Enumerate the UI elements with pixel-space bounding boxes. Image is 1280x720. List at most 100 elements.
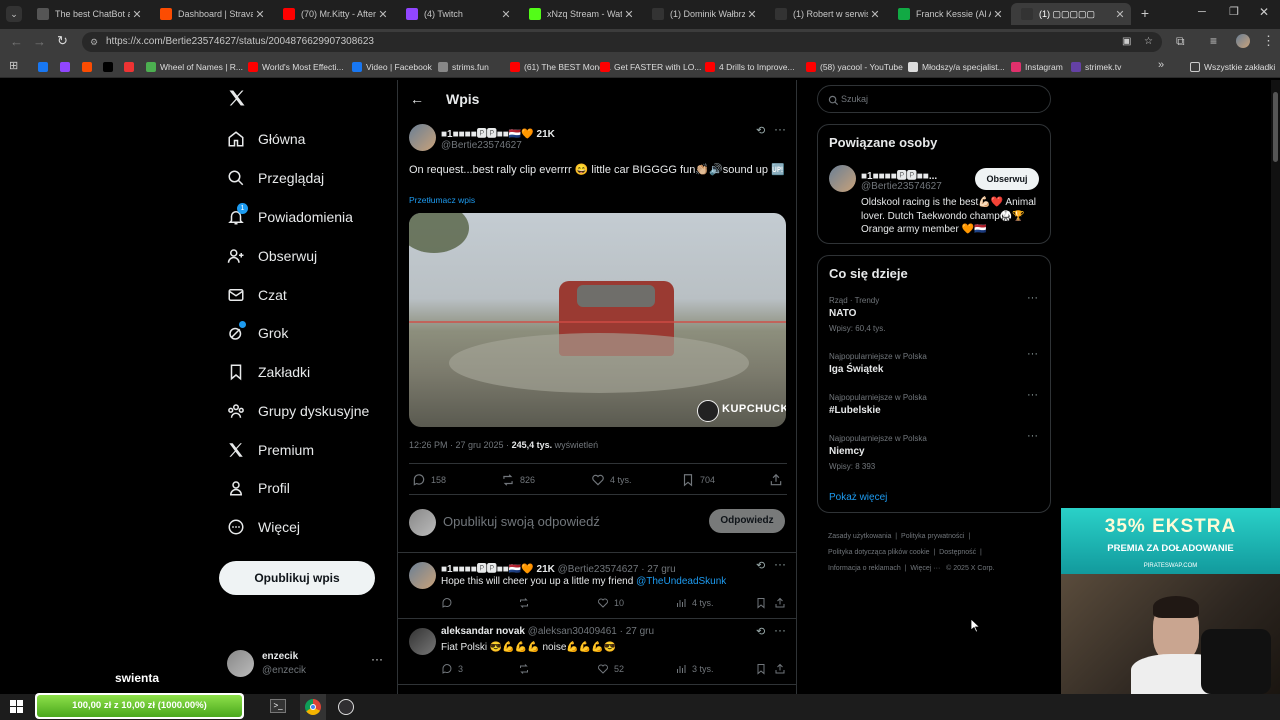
reply-more-icon[interactable]: ···: [774, 557, 786, 571]
windows-start-icon[interactable]: [10, 700, 23, 718]
reply-more-icon[interactable]: ···: [774, 623, 786, 637]
share-action[interactable]: [774, 597, 791, 609]
views-action[interactable]: 4 tys.: [675, 597, 714, 609]
nav-home[interactable]: Główna: [226, 126, 305, 152]
bookmark-item[interactable]: [124, 59, 138, 74]
share-action[interactable]: [774, 663, 791, 675]
back-arrow-icon[interactable]: ←: [410, 91, 424, 107]
trend-more-icon[interactable]: ···: [1027, 430, 1038, 442]
browser-tab[interactable]: The best ChatBot and✕: [27, 3, 148, 25]
bookmark-item[interactable]: Wheel of Names | R...: [146, 59, 243, 74]
footer-accessibility[interactable]: Dostępność: [939, 549, 976, 556]
nav-premium[interactable]: Premium: [226, 437, 314, 463]
nav-profile[interactable]: Profil: [226, 475, 290, 501]
post-button[interactable]: Opublikuj wpis: [219, 561, 375, 595]
trend-more-icon[interactable]: ···: [1027, 389, 1038, 401]
related-name[interactable]: ■1■■■■🅿🅿■■...: [861, 167, 937, 182]
reply-mention[interactable]: @TheUndeadSkunk: [636, 576, 726, 587]
obs-app-icon[interactable]: [338, 699, 354, 715]
tab-close-icon[interactable]: ✕: [130, 8, 144, 21]
bookmark-item[interactable]: strims.fun: [438, 59, 489, 74]
profile-avatar[interactable]: [1236, 34, 1250, 48]
views-action[interactable]: 3 tys.: [675, 663, 714, 675]
reply-meta[interactable]: @Bertie23574627 · 27 gru: [558, 564, 676, 575]
back-button[interactable]: ←: [10, 34, 23, 49]
related-handle[interactable]: @Bertie23574627: [861, 181, 942, 192]
bookmark-item[interactable]: Get FASTER with LO...: [600, 59, 701, 74]
nav-grok[interactable]: Grok: [226, 320, 288, 346]
tab-search-button[interactable]: ⌄: [6, 6, 22, 22]
post-author-handle[interactable]: @Bertie23574627: [441, 140, 522, 151]
bookmark-item[interactable]: Młodszy/a specjalist...: [908, 59, 1005, 74]
bookmark-item[interactable]: [38, 59, 52, 74]
post-author-name[interactable]: ■1■■■■🅿🅿■■🇳🇱🧡 21K: [441, 125, 555, 140]
tab-close-icon[interactable]: ✕: [868, 8, 882, 21]
nav-bookmarks[interactable]: Zakładki: [226, 359, 310, 385]
reply-meta[interactable]: @aleksan30409461 · 27 gru: [528, 626, 654, 637]
browser-tab[interactable]: Dashboard | Strava ✕: [150, 3, 271, 25]
repost-action[interactable]: [518, 597, 535, 609]
nav-explore[interactable]: Przeglądaj: [226, 165, 324, 191]
tab-close-icon[interactable]: ✕: [745, 8, 759, 21]
footer-more[interactable]: Więcej ···: [910, 565, 940, 572]
close-window-button[interactable]: ✕: [1259, 5, 1269, 19]
nav-follow[interactable]: Obserwuj: [226, 243, 317, 269]
bookmark-item[interactable]: Instagram: [1011, 59, 1063, 74]
show-more-link[interactable]: Pokaż więcej: [829, 492, 887, 503]
forward-button[interactable]: →: [33, 34, 46, 49]
nav-chat[interactable]: Czat: [226, 282, 287, 308]
save-action[interactable]: [755, 663, 772, 675]
tab-close-icon[interactable]: ✕: [253, 8, 267, 21]
tab-close-icon[interactable]: ✕: [622, 8, 636, 21]
nav-groups[interactable]: Grupy dyskusyjne: [226, 398, 369, 424]
bookmarks-overflow-icon[interactable]: »: [1158, 59, 1164, 71]
save-action[interactable]: [755, 597, 772, 609]
site-info-icon[interactable]: ⚙: [90, 32, 98, 52]
bookmark-item[interactable]: World's Most Effecti...: [248, 59, 344, 74]
browser-tab[interactable]: (1) Dominik Wałbrzy ✕: [642, 3, 763, 25]
maximize-button[interactable]: ❐: [1229, 5, 1239, 18]
bookmark-item[interactable]: (61) The BEST Mone...: [510, 59, 611, 74]
chrome-app-icon[interactable]: [300, 694, 326, 720]
grok-post-icon[interactable]: ⟲: [756, 559, 765, 572]
bookmark-item[interactable]: [60, 59, 74, 74]
minimize-button[interactable]: ─: [1198, 6, 1206, 18]
reply-button[interactable]: Odpowiedz: [709, 509, 785, 533]
tab-close-icon[interactable]: ✕: [991, 8, 1005, 21]
trend-more-icon[interactable]: ···: [1027, 292, 1038, 304]
like-action[interactable]: 4 tys.: [591, 473, 632, 487]
browser-tab[interactable]: (1) Robert w serwisie✕: [765, 3, 886, 25]
browser-tab[interactable]: Franck Kessie (Al Ahl✕: [888, 3, 1009, 25]
menu-icon[interactable]: ⋮: [1262, 33, 1275, 49]
follow-button[interactable]: Obserwuj: [975, 168, 1039, 190]
like-action[interactable]: 10: [597, 597, 624, 609]
all-bookmarks[interactable]: Wszystkie zakładki: [1190, 59, 1275, 74]
reload-button[interactable]: ↻: [57, 33, 68, 49]
like-action[interactable]: 52: [597, 663, 624, 675]
related-avatar[interactable]: [829, 165, 856, 192]
footer-ads[interactable]: Informacja o reklamach: [828, 565, 901, 572]
reply-action[interactable]: 3: [441, 663, 463, 675]
scrollbar-thumb[interactable]: [1273, 92, 1278, 162]
nav-notifications[interactable]: 1 Powiadomienia: [226, 203, 353, 230]
bookmark-star-icon[interactable]: ☆: [1144, 32, 1153, 52]
save-action[interactable]: 704: [681, 473, 715, 487]
tab-close-icon[interactable]: ✕: [1113, 8, 1127, 21]
post-video[interactable]: KUPCHUCK: [409, 213, 786, 427]
reply-author-name[interactable]: aleksandar novak: [441, 626, 525, 637]
extensions-icon[interactable]: ⧉: [1176, 34, 1185, 49]
post-more-icon[interactable]: ···: [774, 122, 786, 136]
reply-action[interactable]: [441, 597, 458, 609]
post-author-avatar[interactable]: [409, 124, 436, 151]
terminal-app-icon[interactable]: >_: [270, 699, 286, 713]
tab-close-icon[interactable]: ✕: [499, 8, 513, 21]
search-box[interactable]: Szukaj: [817, 85, 1051, 113]
reply-action[interactable]: 158: [412, 473, 446, 487]
x-logo-icon[interactable]: [227, 88, 249, 110]
share-action[interactable]: [769, 473, 788, 487]
account-switcher[interactable]: enzecik @enzecik ···: [227, 648, 387, 680]
grok-post-icon[interactable]: ⟲: [756, 625, 765, 638]
footer-cookies[interactable]: Polityka dotycząca plików cookie: [828, 549, 930, 556]
footer-privacy[interactable]: Polityka prywatności: [901, 533, 964, 540]
footer-terms[interactable]: Zasady użytkowania: [828, 533, 891, 540]
